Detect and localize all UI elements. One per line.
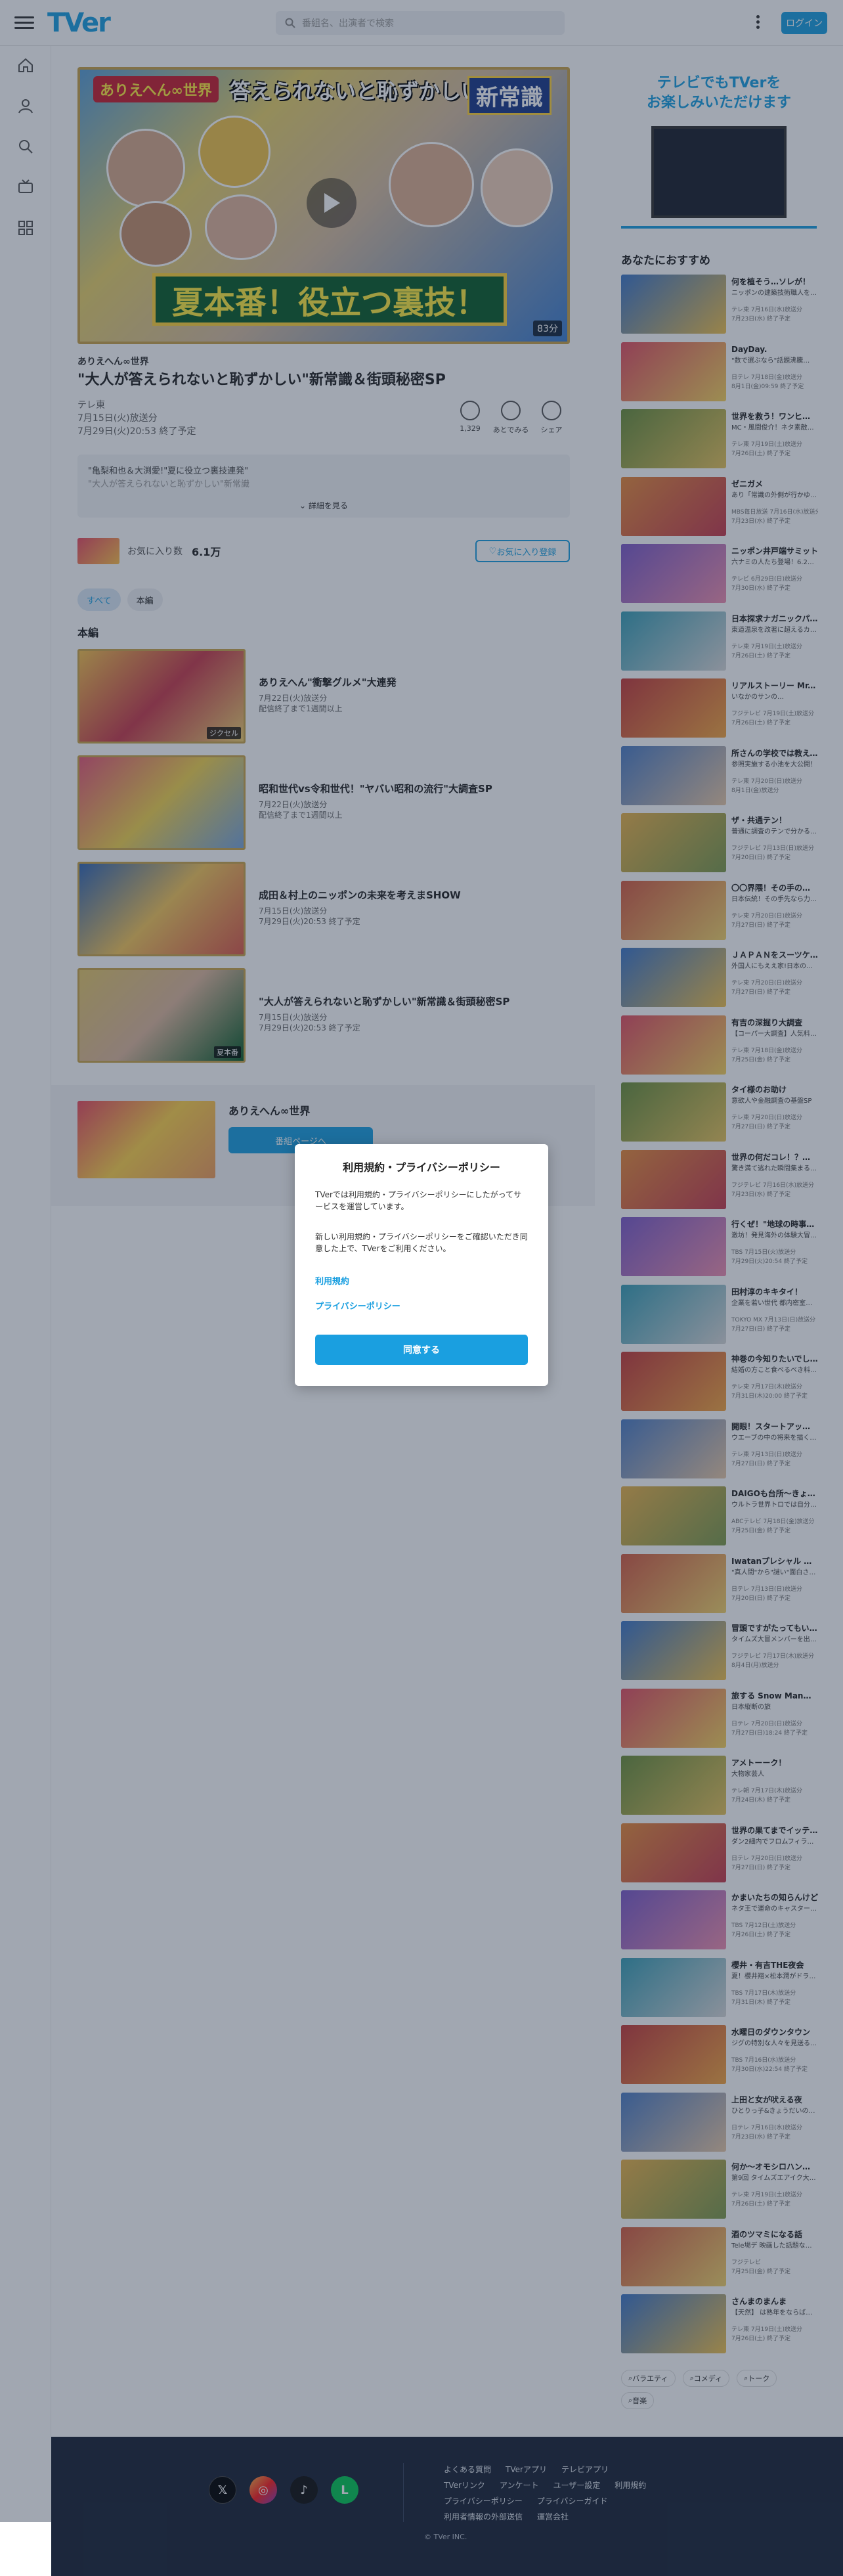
modal-text-2: 新しい利用規約・プライバシーポリシーをご確認いただき同意した上で、TVerをご利… bbox=[315, 1232, 528, 1253]
app-root: TVer 番組名、出演者で検索 ログイン ありえへん∞世界 答えられないと恥ずか… bbox=[0, 0, 843, 2576]
modal-text-1: TVerでは利用規約・プライバシーポリシーにしたがってサービスを運営しています。 bbox=[315, 1190, 522, 1211]
terms-link[interactable]: 利用規約 bbox=[315, 1274, 349, 1287]
agree-button[interactable]: 同意する bbox=[315, 1335, 528, 1365]
terms-modal: 利用規約・プライバシーポリシー TVerでは利用規約・プライバシーポリシーにした… bbox=[295, 1144, 548, 1386]
privacy-link[interactable]: プライバシーポリシー bbox=[315, 1299, 400, 1312]
footer-corner bbox=[0, 2522, 51, 2576]
modal-title: 利用規約・プライバシーポリシー bbox=[343, 1161, 500, 1174]
